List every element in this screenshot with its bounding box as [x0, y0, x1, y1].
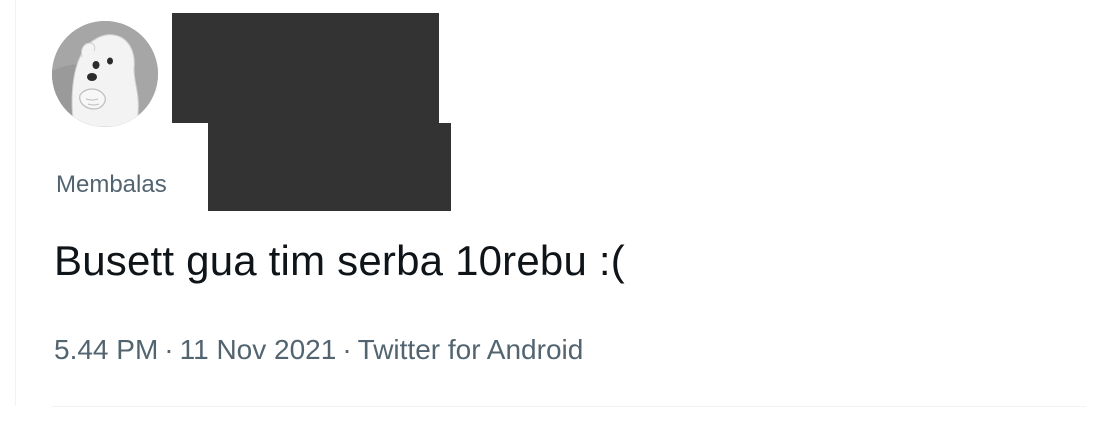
- tweet-divider: [52, 406, 1086, 407]
- tweet-timestamp-link[interactable]: 5.44 PM · 11 Nov 2021: [54, 334, 336, 365]
- meta-separator: ·: [164, 334, 174, 365]
- reply-context: Membalas: [56, 171, 167, 199]
- polar-bear-avatar-icon: [52, 21, 158, 127]
- redacted-display-name: [172, 13, 439, 123]
- tweet-text: Busett gua tim serba 10rebu :(: [54, 237, 625, 284]
- tweet-source-link[interactable]: Twitter for Android: [358, 334, 584, 365]
- meta-separator: ·: [342, 334, 352, 365]
- tweet-time: 5.44 PM: [54, 334, 159, 365]
- tweet-metadata: 5.44 PM · 11 Nov 2021 · Twitter for Android: [54, 333, 583, 367]
- thread-left-border: [15, 0, 16, 406]
- tweet-date: 11 Nov 2021: [179, 334, 337, 365]
- reply-prefix-label: Membalas: [56, 171, 167, 198]
- redacted-reply-handle: [208, 123, 451, 211]
- user-avatar[interactable]: [52, 21, 158, 127]
